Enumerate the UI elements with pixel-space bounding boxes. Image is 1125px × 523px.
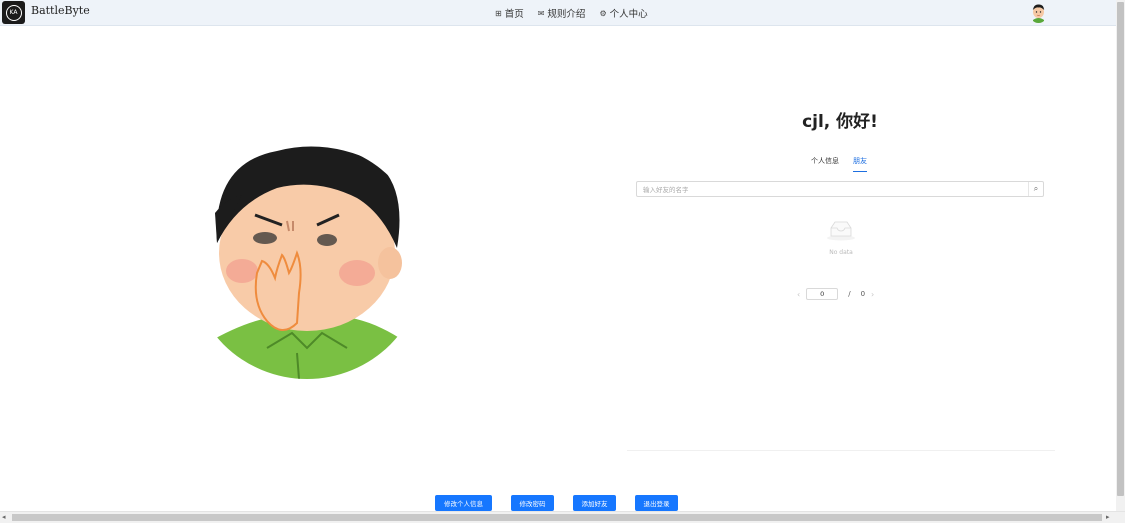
- logo[interactable]: KA: [2, 1, 25, 24]
- nav-label: 个人中心: [609, 9, 648, 20]
- logout-button[interactable]: 退出登录: [635, 495, 678, 511]
- empty-text: No data: [829, 249, 853, 256]
- horizontal-scrollbar[interactable]: ◂ ▸: [0, 511, 1125, 523]
- user-avatar[interactable]: [1029, 2, 1048, 23]
- nav-item-profile[interactable]: ⚙ 个人中心: [599, 6, 648, 21]
- search-icon[interactable]: ⌕: [1028, 182, 1043, 196]
- vertical-scrollbar[interactable]: [1116, 0, 1125, 511]
- next-page-icon[interactable]: ›: [871, 290, 874, 299]
- top-navbar: KA BattleByte ⊞ 首页 ✉ 规则介绍 ⚙ 个人中心: [0, 0, 1116, 26]
- change-password-button[interactable]: 修改密码: [511, 495, 554, 511]
- tab-personal-info[interactable]: 个人信息: [811, 156, 839, 172]
- grid-icon: ⊞: [495, 8, 502, 18]
- nav-label: 首页: [504, 9, 524, 20]
- pagination: ‹ 0 / 0 ›: [797, 288, 874, 300]
- horizontal-scroll-thumb[interactable]: [12, 514, 1102, 521]
- prev-page-icon[interactable]: ‹: [797, 290, 800, 299]
- nav-item-rules[interactable]: ✉ 规则介绍: [537, 6, 586, 21]
- divider: [627, 450, 1055, 451]
- greeting-title: cjl, 你好!: [802, 112, 878, 132]
- nav-label: 规则介绍: [547, 9, 586, 20]
- friend-search: 输入好友的名字 ⌕: [636, 181, 1044, 197]
- vertical-scroll-thumb[interactable]: [1117, 2, 1124, 496]
- edit-info-button[interactable]: 修改个人信息: [435, 495, 492, 511]
- gear-icon: ⚙: [599, 8, 607, 18]
- search-input[interactable]: 输入好友的名字: [643, 184, 689, 194]
- brand-name[interactable]: BattleByte: [31, 4, 90, 17]
- tab-friends[interactable]: 朋友: [853, 156, 867, 172]
- action-buttons: 修改个人信息 修改密码 添加好友 退出登录: [435, 495, 678, 511]
- add-friend-button[interactable]: 添加好友: [573, 495, 616, 511]
- mail-icon: ✉: [537, 8, 545, 18]
- profile-tabs: 个人信息 朋友: [811, 156, 867, 172]
- main-nav: ⊞ 首页 ✉ 规则介绍 ⚙ 个人中心: [495, 6, 648, 21]
- scroll-left-icon[interactable]: ◂: [2, 513, 6, 521]
- page-total: 0: [860, 290, 866, 298]
- profile-illustration: [207, 143, 407, 379]
- nav-item-home[interactable]: ⊞ 首页: [495, 6, 524, 21]
- scroll-right-icon[interactable]: ▸: [1106, 513, 1110, 521]
- empty-box-icon: [826, 219, 856, 241]
- page-separator: /: [848, 290, 851, 298]
- page-input[interactable]: 0: [806, 288, 839, 300]
- logo-mark-icon: KA: [5, 4, 22, 21]
